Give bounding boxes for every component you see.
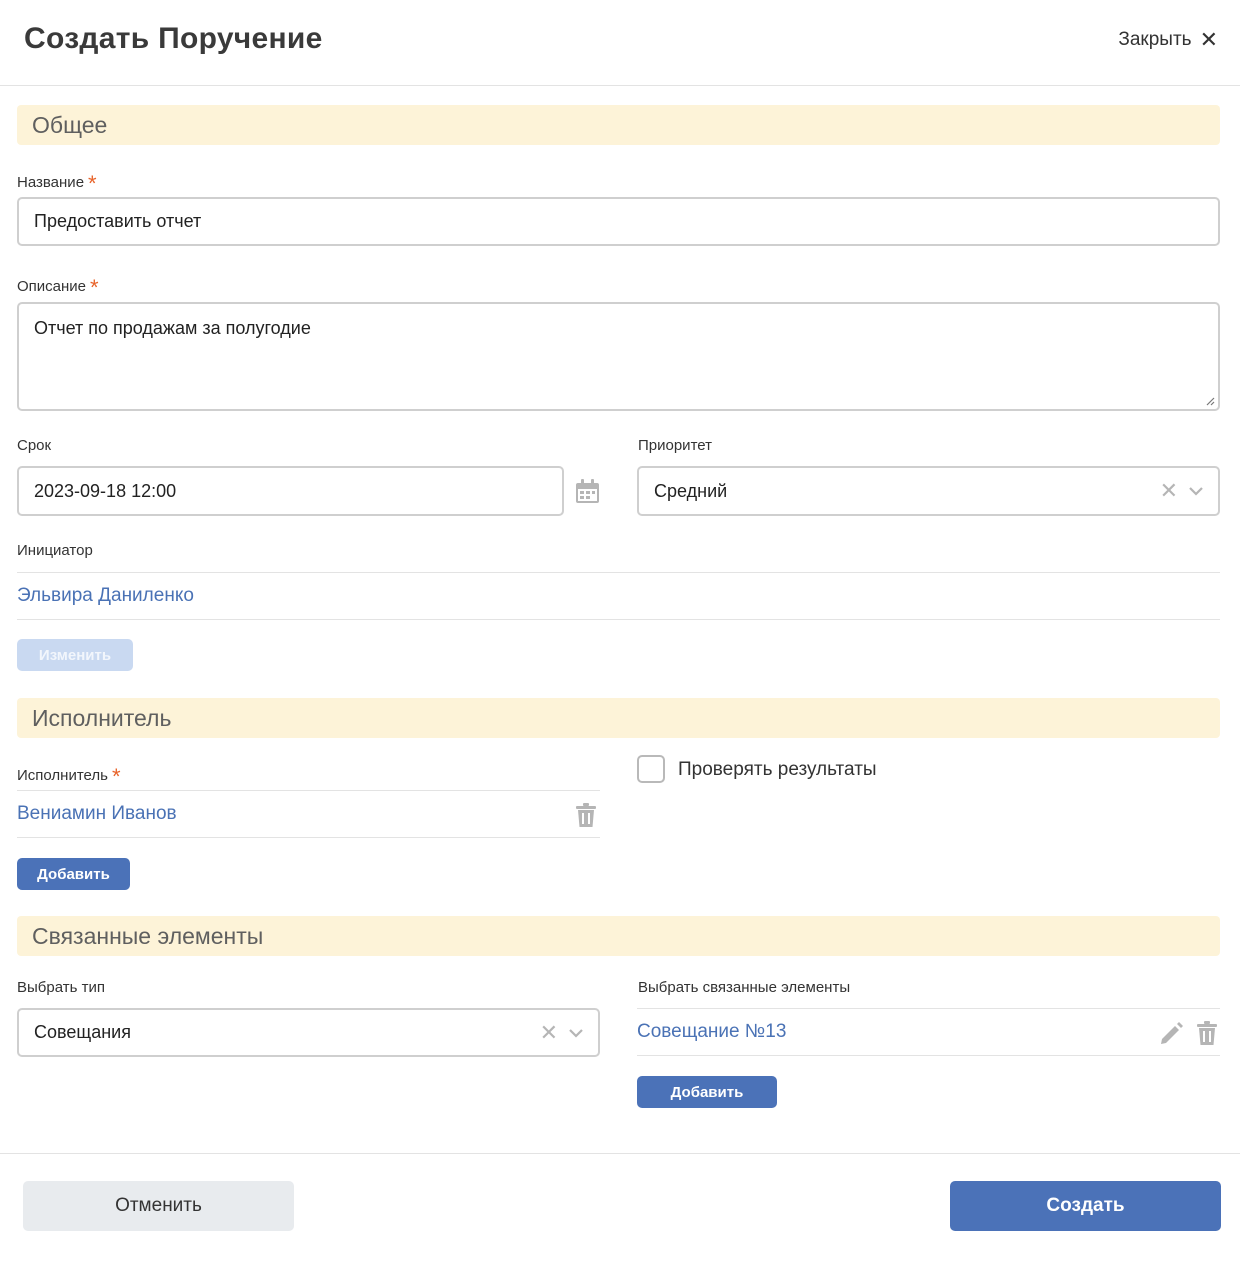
description-text: Отчет по продажам за полугодие [34, 318, 311, 338]
dialog-header: Создать Поручение Закрыть ✕ [0, 0, 1240, 86]
name-label-text: Название [17, 174, 85, 191]
check-results-label: Проверять результаты [678, 759, 877, 780]
type-value: Совещания [34, 1022, 131, 1042]
add-executor-button[interactable]: Добавить [17, 858, 130, 890]
close-icon: ✕ [1199, 27, 1218, 52]
initiator-label: Инициатор [17, 542, 93, 559]
create-button[interactable]: Создать [950, 1181, 1221, 1231]
section-executor-header: Исполнитель [17, 698, 1220, 738]
change-initiator-button[interactable]: Изменить [17, 639, 133, 671]
close-button[interactable]: Закрыть ✕ [1118, 29, 1218, 51]
add-related-button[interactable]: Добавить [637, 1076, 777, 1108]
clear-icon[interactable]: ✕ [540, 1020, 558, 1046]
description-label: Описание * [17, 271, 99, 300]
required-marker: * [111, 764, 121, 789]
related-element-link[interactable]: Совещание №13 [637, 1021, 786, 1043]
trash-icon[interactable] [575, 803, 597, 828]
priority-label: Приоритет [638, 437, 712, 454]
cancel-button[interactable]: Отменить [23, 1181, 294, 1231]
name-label: Название * [17, 167, 97, 196]
initiator-link[interactable]: Эльвира Даниленко [17, 585, 194, 607]
deadline-input[interactable]: 2023-09-18 12:00 [17, 466, 564, 516]
related-elements-label: Выбрать связанные элементы [638, 979, 851, 996]
related-element-row: Совещание №13 [637, 1008, 1220, 1056]
priority-select[interactable]: Средний ✕ [637, 466, 1220, 516]
pencil-icon[interactable] [1159, 1020, 1185, 1046]
check-results-checkbox[interactable] [637, 755, 665, 783]
dialog-title: Создать Поручение [24, 22, 323, 55]
description-label-text: Описание [17, 278, 87, 295]
calendar-icon[interactable] [574, 478, 601, 505]
section-general-header: Общее [17, 105, 1220, 145]
executor-label-text: Исполнитель [17, 767, 108, 784]
chevron-down-icon[interactable] [1188, 486, 1204, 496]
trash-icon[interactable] [1196, 1021, 1218, 1046]
required-marker: * [88, 171, 97, 196]
name-input[interactable]: Предоставить отчет [17, 197, 1220, 246]
chevron-down-icon[interactable] [568, 1028, 584, 1038]
close-label: Закрыть [1118, 29, 1192, 50]
executor-row: Вениамин Иванов [17, 790, 600, 838]
executor-link[interactable]: Вениамин Иванов [17, 803, 177, 825]
dialog-footer: Отменить Создать [0, 1153, 1240, 1262]
description-textarea[interactable]: Отчет по продажам за полугодие [17, 302, 1220, 411]
type-select[interactable]: Совещания ✕ [17, 1008, 600, 1057]
initiator-row: Эльвира Даниленко [17, 572, 1220, 620]
section-related-header: Связанные элементы [17, 916, 1220, 956]
type-label: Выбрать тип [17, 979, 105, 996]
required-marker: * [90, 275, 99, 300]
deadline-label: Срок [17, 437, 52, 454]
resize-handle-icon[interactable] [1205, 396, 1215, 406]
executor-label: Исполнитель * [17, 760, 121, 789]
priority-value: Средний [654, 480, 728, 501]
clear-icon[interactable]: ✕ [1160, 478, 1178, 504]
